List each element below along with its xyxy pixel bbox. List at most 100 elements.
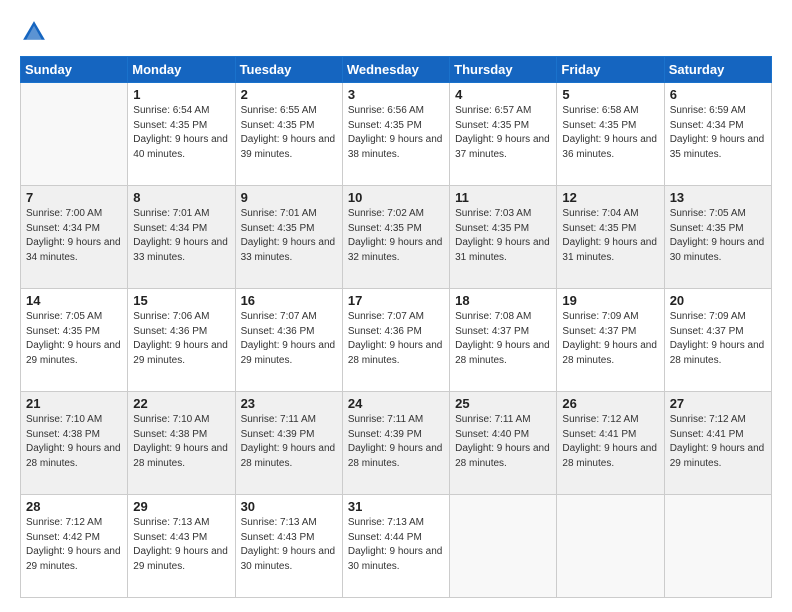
weekday-header-thursday: Thursday xyxy=(450,57,557,83)
weekday-header-tuesday: Tuesday xyxy=(235,57,342,83)
calendar-cell: 11 Sunrise: 7:03 AMSunset: 4:35 PMDayligh… xyxy=(450,186,557,289)
day-number: 8 xyxy=(133,190,229,205)
calendar-cell: 15 Sunrise: 7:06 AMSunset: 4:36 PMDayligh… xyxy=(128,289,235,392)
day-info: Sunrise: 7:10 AMSunset: 4:38 PMDaylight:… xyxy=(26,413,122,471)
day-number: 22 xyxy=(133,396,229,411)
day-info: Sunrise: 7:07 AMSunset: 4:36 PMDaylight:… xyxy=(241,310,337,368)
calendar-cell: 18 Sunrise: 7:08 AMSunset: 4:37 PMDayligh… xyxy=(450,289,557,392)
calendar-cell: 1Sunrise: 6:54 AMSunset: 4:35 PMDaylight… xyxy=(128,83,235,186)
day-info: Sunrise: 7:07 AMSunset: 4:36 PMDaylight:… xyxy=(348,310,444,368)
day-number: 14 xyxy=(26,293,122,308)
calendar-cell: 21 Sunrise: 7:10 AMSunset: 4:38 PMDayligh… xyxy=(21,392,128,495)
calendar-cell: 14 Sunrise: 7:05 AMSunset: 4:35 PMDayligh… xyxy=(21,289,128,392)
day-info: Sunrise: 6:59 AMSunset: 4:34 PMDaylight:… xyxy=(670,104,766,162)
weekday-header-wednesday: Wednesday xyxy=(342,57,449,83)
calendar-cell xyxy=(664,495,771,598)
day-number: 7 xyxy=(26,190,122,205)
day-info: Sunrise: 7:11 AMSunset: 4:39 PMDaylight:… xyxy=(348,413,444,471)
day-number: 5 xyxy=(562,87,658,102)
day-info: Sunrise: 7:08 AMSunset: 4:37 PMDaylight:… xyxy=(455,310,551,368)
calendar-cell xyxy=(21,83,128,186)
day-info: Sunrise: 7:03 AMSunset: 4:35 PMDaylight:… xyxy=(455,207,551,265)
day-number: 29 xyxy=(133,499,229,514)
day-number: 16 xyxy=(241,293,337,308)
calendar-cell: 22 Sunrise: 7:10 AMSunset: 4:38 PMDayligh… xyxy=(128,392,235,495)
calendar-cell: 13 Sunrise: 7:05 AMSunset: 4:35 PMDayligh… xyxy=(664,186,771,289)
day-info: Sunrise: 7:13 AMSunset: 4:43 PMDaylight:… xyxy=(241,516,337,574)
day-info: Sunrise: 7:05 AMSunset: 4:35 PMDaylight:… xyxy=(670,207,766,265)
calendar-cell: 20Sunrise: 7:09 AMSunset: 4:37 PMDayligh… xyxy=(664,289,771,392)
day-number: 23 xyxy=(241,396,337,411)
weekday-header-friday: Friday xyxy=(557,57,664,83)
calendar-week-row: 14 Sunrise: 7:05 AMSunset: 4:35 PMDayligh… xyxy=(21,289,772,392)
calendar-table: SundayMondayTuesdayWednesdayThursdayFrid… xyxy=(20,56,772,598)
calendar-cell: 3 Sunrise: 6:56 AMSunset: 4:35 PMDaylight… xyxy=(342,83,449,186)
day-info: Sunrise: 7:10 AMSunset: 4:38 PMDaylight:… xyxy=(133,413,229,471)
calendar-cell xyxy=(450,495,557,598)
calendar-cell: 16 Sunrise: 7:07 AMSunset: 4:36 PMDayligh… xyxy=(235,289,342,392)
day-info: Sunrise: 7:04 AMSunset: 4:35 PMDaylight:… xyxy=(562,207,658,265)
day-number: 12 xyxy=(562,190,658,205)
day-number: 21 xyxy=(26,396,122,411)
day-info: Sunrise: 7:00 AMSunset: 4:34 PMDaylight:… xyxy=(26,207,122,265)
day-info: Sunrise: 7:01 AMSunset: 4:34 PMDaylight:… xyxy=(133,207,229,265)
day-info: Sunrise: 7:09 AMSunset: 4:37 PMDaylight:… xyxy=(670,310,766,368)
logo-icon xyxy=(20,18,48,46)
day-info: Sunrise: 7:06 AMSunset: 4:36 PMDaylight:… xyxy=(133,310,229,368)
day-number: 3 xyxy=(348,87,444,102)
calendar-cell: 12 Sunrise: 7:04 AMSunset: 4:35 PMDayligh… xyxy=(557,186,664,289)
calendar-cell xyxy=(557,495,664,598)
calendar-week-row: 28Sunrise: 7:12 AMSunset: 4:42 PMDayligh… xyxy=(21,495,772,598)
weekday-header-saturday: Saturday xyxy=(664,57,771,83)
day-number: 18 xyxy=(455,293,551,308)
day-number: 2 xyxy=(241,87,337,102)
calendar-cell: 4Sunrise: 6:57 AMSunset: 4:35 PMDaylight… xyxy=(450,83,557,186)
day-info: Sunrise: 6:58 AMSunset: 4:35 PMDaylight:… xyxy=(562,104,658,162)
calendar-cell: 10 Sunrise: 7:02 AMSunset: 4:35 PMDayligh… xyxy=(342,186,449,289)
day-number: 1 xyxy=(133,87,229,102)
calendar-week-row: 1Sunrise: 6:54 AMSunset: 4:35 PMDaylight… xyxy=(21,83,772,186)
day-number: 19 xyxy=(562,293,658,308)
day-info: Sunrise: 6:56 AMSunset: 4:35 PMDaylight:… xyxy=(348,104,444,162)
day-number: 24 xyxy=(348,396,444,411)
day-number: 30 xyxy=(241,499,337,514)
calendar-cell: 17Sunrise: 7:07 AMSunset: 4:36 PMDayligh… xyxy=(342,289,449,392)
calendar-cell: 5 Sunrise: 6:58 AMSunset: 4:35 PMDaylight… xyxy=(557,83,664,186)
calendar-cell: 9 Sunrise: 7:01 AMSunset: 4:35 PMDaylight… xyxy=(235,186,342,289)
calendar-cell: 6Sunrise: 6:59 AMSunset: 4:34 PMDaylight… xyxy=(664,83,771,186)
day-number: 9 xyxy=(241,190,337,205)
calendar-cell: 19 Sunrise: 7:09 AMSunset: 4:37 PMDayligh… xyxy=(557,289,664,392)
day-info: Sunrise: 6:57 AMSunset: 4:35 PMDaylight:… xyxy=(455,104,551,162)
day-number: 28 xyxy=(26,499,122,514)
day-info: Sunrise: 7:02 AMSunset: 4:35 PMDaylight:… xyxy=(348,207,444,265)
day-info: Sunrise: 7:13 AMSunset: 4:44 PMDaylight:… xyxy=(348,516,444,574)
day-number: 27 xyxy=(670,396,766,411)
weekday-header-sunday: Sunday xyxy=(21,57,128,83)
day-number: 11 xyxy=(455,190,551,205)
day-info: Sunrise: 7:09 AMSunset: 4:37 PMDaylight:… xyxy=(562,310,658,368)
day-info: Sunrise: 7:05 AMSunset: 4:35 PMDaylight:… xyxy=(26,310,122,368)
calendar-cell: 30 Sunrise: 7:13 AMSunset: 4:43 PMDayligh… xyxy=(235,495,342,598)
day-info: Sunrise: 6:55 AMSunset: 4:35 PMDaylight:… xyxy=(241,104,337,162)
day-info: Sunrise: 7:12 AMSunset: 4:41 PMDaylight:… xyxy=(562,413,658,471)
calendar-cell: 28Sunrise: 7:12 AMSunset: 4:42 PMDayligh… xyxy=(21,495,128,598)
calendar-cell: 2 Sunrise: 6:55 AMSunset: 4:35 PMDaylight… xyxy=(235,83,342,186)
calendar-cell: 27 Sunrise: 7:12 AMSunset: 4:41 PMDayligh… xyxy=(664,392,771,495)
day-number: 25 xyxy=(455,396,551,411)
day-number: 10 xyxy=(348,190,444,205)
calendar-cell: 24 Sunrise: 7:11 AMSunset: 4:39 PMDayligh… xyxy=(342,392,449,495)
weekday-header-monday: Monday xyxy=(128,57,235,83)
day-info: Sunrise: 7:11 AMSunset: 4:40 PMDaylight:… xyxy=(455,413,551,471)
day-info: Sunrise: 7:12 AMSunset: 4:41 PMDaylight:… xyxy=(670,413,766,471)
calendar-cell: 23 Sunrise: 7:11 AMSunset: 4:39 PMDayligh… xyxy=(235,392,342,495)
day-info: Sunrise: 7:11 AMSunset: 4:39 PMDaylight:… xyxy=(241,413,337,471)
day-number: 13 xyxy=(670,190,766,205)
calendar-cell: 29Sunrise: 7:13 AMSunset: 4:43 PMDayligh… xyxy=(128,495,235,598)
header xyxy=(20,18,772,46)
calendar-cell: 7 Sunrise: 7:00 AMSunset: 4:34 PMDaylight… xyxy=(21,186,128,289)
day-number: 31 xyxy=(348,499,444,514)
calendar-cell: 31 Sunrise: 7:13 AMSunset: 4:44 PMDayligh… xyxy=(342,495,449,598)
day-number: 15 xyxy=(133,293,229,308)
day-info: Sunrise: 7:01 AMSunset: 4:35 PMDaylight:… xyxy=(241,207,337,265)
weekday-header-row: SundayMondayTuesdayWednesdayThursdayFrid… xyxy=(21,57,772,83)
